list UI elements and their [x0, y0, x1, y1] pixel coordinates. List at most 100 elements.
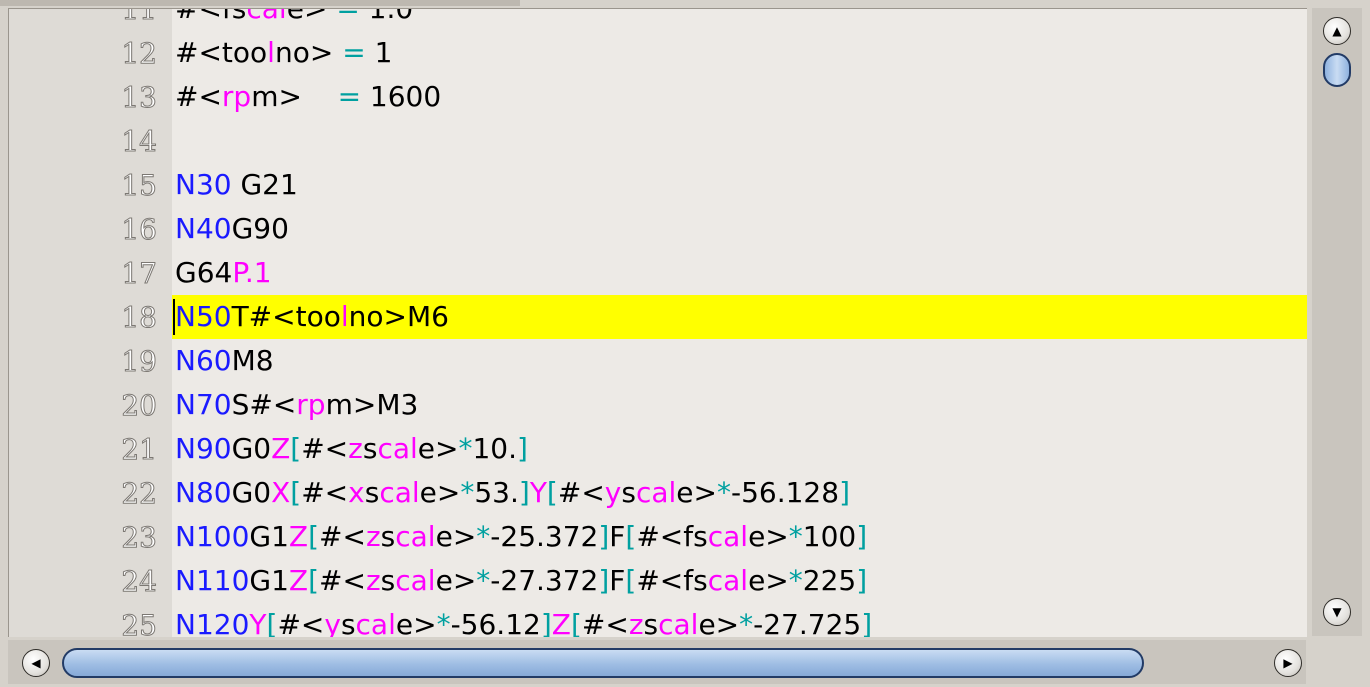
- code-token: y: [604, 476, 622, 509]
- code-token: *: [476, 520, 491, 553]
- code-token: ]: [839, 476, 850, 509]
- code-line[interactable]: 16 N40G90: [9, 207, 1307, 251]
- code-token: s: [380, 520, 396, 553]
- vertical-scroll-thumb[interactable]: [1323, 53, 1351, 87]
- code-token: N50: [175, 300, 232, 333]
- code-line[interactable]: 20 N70S#<rpm>M3: [9, 383, 1307, 427]
- vertical-scrollbar[interactable]: ▲ ▼: [1312, 8, 1362, 636]
- code-token: *: [788, 564, 803, 597]
- code-token: Z: [288, 564, 309, 597]
- scroll-right-button[interactable]: ▶: [1274, 649, 1302, 677]
- scroll-left-icon: ◀: [31, 656, 41, 670]
- code-token: e>: [748, 520, 789, 553]
- code-token: z: [348, 432, 363, 465]
- code-token: Y: [249, 608, 267, 637]
- code-token: e>: [417, 432, 459, 465]
- code-text[interactable]: G64P.1: [172, 251, 1307, 295]
- code-token: -27.725: [753, 608, 862, 637]
- code-token: s: [643, 608, 659, 637]
- code-text[interactable]: #<rpm> = 1600: [172, 75, 1307, 119]
- code-text[interactable]: N30 G21: [172, 163, 1307, 207]
- current-line[interactable]: 18 N50T#<toolno>M6: [9, 295, 1307, 339]
- code-line[interactable]: 13 #<rpm> = 1600: [9, 75, 1307, 119]
- code-text[interactable]: #<toolno> = 1: [172, 31, 1307, 75]
- line-number: 11: [121, 8, 158, 26]
- scroll-left-button[interactable]: ◀: [22, 649, 50, 677]
- scroll-down-button[interactable]: ▼: [1323, 598, 1351, 626]
- code-token: =: [337, 80, 362, 113]
- code-line[interactable]: 14: [9, 119, 1307, 163]
- code-token: G21: [231, 168, 298, 201]
- line-number: 14: [121, 125, 158, 158]
- code-line[interactable]: 23 N100G1Z[#<zscale>*-25.372]F[#<fscale>*…: [9, 515, 1307, 559]
- scroll-up-icon: ▲: [1332, 24, 1342, 38]
- window-top-edge: [0, 0, 520, 6]
- code-token: #<: [557, 476, 605, 509]
- horizontal-scroll-thumb[interactable]: [62, 648, 1144, 678]
- code-token: s: [362, 432, 378, 465]
- code-line[interactable]: 12 #<toolno> = 1: [9, 31, 1307, 75]
- code-line[interactable]: 25 N120Y[#<yscale>*-56.12]Z[#<zscale>*-27…: [9, 603, 1307, 637]
- code-token: *: [739, 608, 754, 637]
- code-text[interactable]: N90G0Z[#<zscale>*10.]: [172, 427, 1307, 471]
- code-token: cal: [707, 520, 749, 553]
- code-line[interactable]: 24 N110G1Z[#<zscale>*-27.372]F[#<fscale>*…: [9, 559, 1307, 603]
- code-text[interactable]: N110G1Z[#<zscale>*-27.372]F[#<fscale>*22…: [172, 559, 1307, 603]
- code-token: *: [458, 432, 473, 465]
- code-token: cal: [246, 8, 287, 25]
- line-number: 22: [121, 477, 158, 510]
- scroll-down-icon: ▼: [1332, 605, 1342, 619]
- code-token: G1: [249, 520, 289, 553]
- code-token: cal: [355, 608, 396, 637]
- line-number: 25: [121, 609, 158, 637]
- code-text[interactable]: N50T#<toolno>M6: [172, 295, 1307, 339]
- code-token: N120: [175, 608, 250, 637]
- code-line[interactable]: 22 N80G0X[#<xscale>*53.]Y[#<yscale>*-56.1…: [9, 471, 1307, 515]
- code-token: P.1: [232, 256, 272, 289]
- code-token: *: [716, 476, 731, 509]
- code-text[interactable]: N100G1Z[#<zscale>*-25.372]F[#<fscale>*10…: [172, 515, 1307, 559]
- code-token: #<fs: [175, 8, 247, 25]
- code-token: Z: [271, 432, 291, 465]
- code-token: s: [340, 608, 356, 637]
- code-line[interactable]: 19 N60M8: [9, 339, 1307, 383]
- code-token: ]: [856, 520, 868, 553]
- code-text[interactable]: N60M8: [172, 339, 1307, 383]
- code-token: N40: [175, 212, 232, 245]
- code-token: ]: [598, 520, 610, 553]
- code-text[interactable]: N70S#<rpm>M3: [172, 383, 1307, 427]
- code-token: rp: [296, 388, 326, 421]
- code-token: #<: [319, 564, 366, 597]
- code-token: ]: [861, 608, 873, 637]
- code-token: N100: [175, 520, 250, 553]
- horizontal-scrollbar[interactable]: ◀ ▶: [8, 640, 1306, 684]
- code-token: G90: [231, 212, 289, 245]
- code-token: [: [570, 608, 582, 637]
- code-token: S#<: [231, 388, 297, 421]
- code-token: *: [788, 520, 803, 553]
- code-line[interactable]: 21 N90G0Z[#<zscale>*10.]: [9, 427, 1307, 471]
- code-token: #<too: [175, 36, 268, 69]
- code-token: -27.372: [490, 564, 599, 597]
- code-token: [: [308, 564, 320, 597]
- code-token: *: [436, 608, 451, 637]
- code-token: ]: [598, 564, 610, 597]
- scroll-up-button[interactable]: ▲: [1323, 17, 1351, 45]
- code-line[interactable]: 17 G64P.1: [9, 251, 1307, 295]
- code-text[interactable]: N120Y[#<yscale>*-56.12]Z[#<zscale>*-27.7…: [172, 603, 1307, 637]
- code-text[interactable]: N40G90: [172, 207, 1307, 251]
- code-editor[interactable]: 11 #<fscale> = 1.0 12 #<toolno> = 1 13 #<rpm>…: [8, 8, 1307, 637]
- line-number: 13: [121, 81, 158, 114]
- code-token: Y: [529, 476, 547, 509]
- code-text[interactable]: N80G0X[#<xscale>*53.]Y[#<yscale>*-56.128…: [172, 471, 1307, 515]
- code-token: 1600: [361, 80, 442, 113]
- code-text[interactable]: [172, 119, 1307, 163]
- code-token: l: [340, 300, 349, 333]
- code-token: N30: [175, 168, 232, 201]
- code-token: y: [324, 608, 341, 637]
- code-line[interactable]: 11 #<fscale> = 1.0: [9, 8, 1307, 31]
- code-token: cal: [379, 476, 420, 509]
- code-text[interactable]: #<fscale> = 1.0: [172, 8, 1307, 31]
- code-token: G0: [231, 476, 272, 509]
- code-line[interactable]: 15 N30 G21: [9, 163, 1307, 207]
